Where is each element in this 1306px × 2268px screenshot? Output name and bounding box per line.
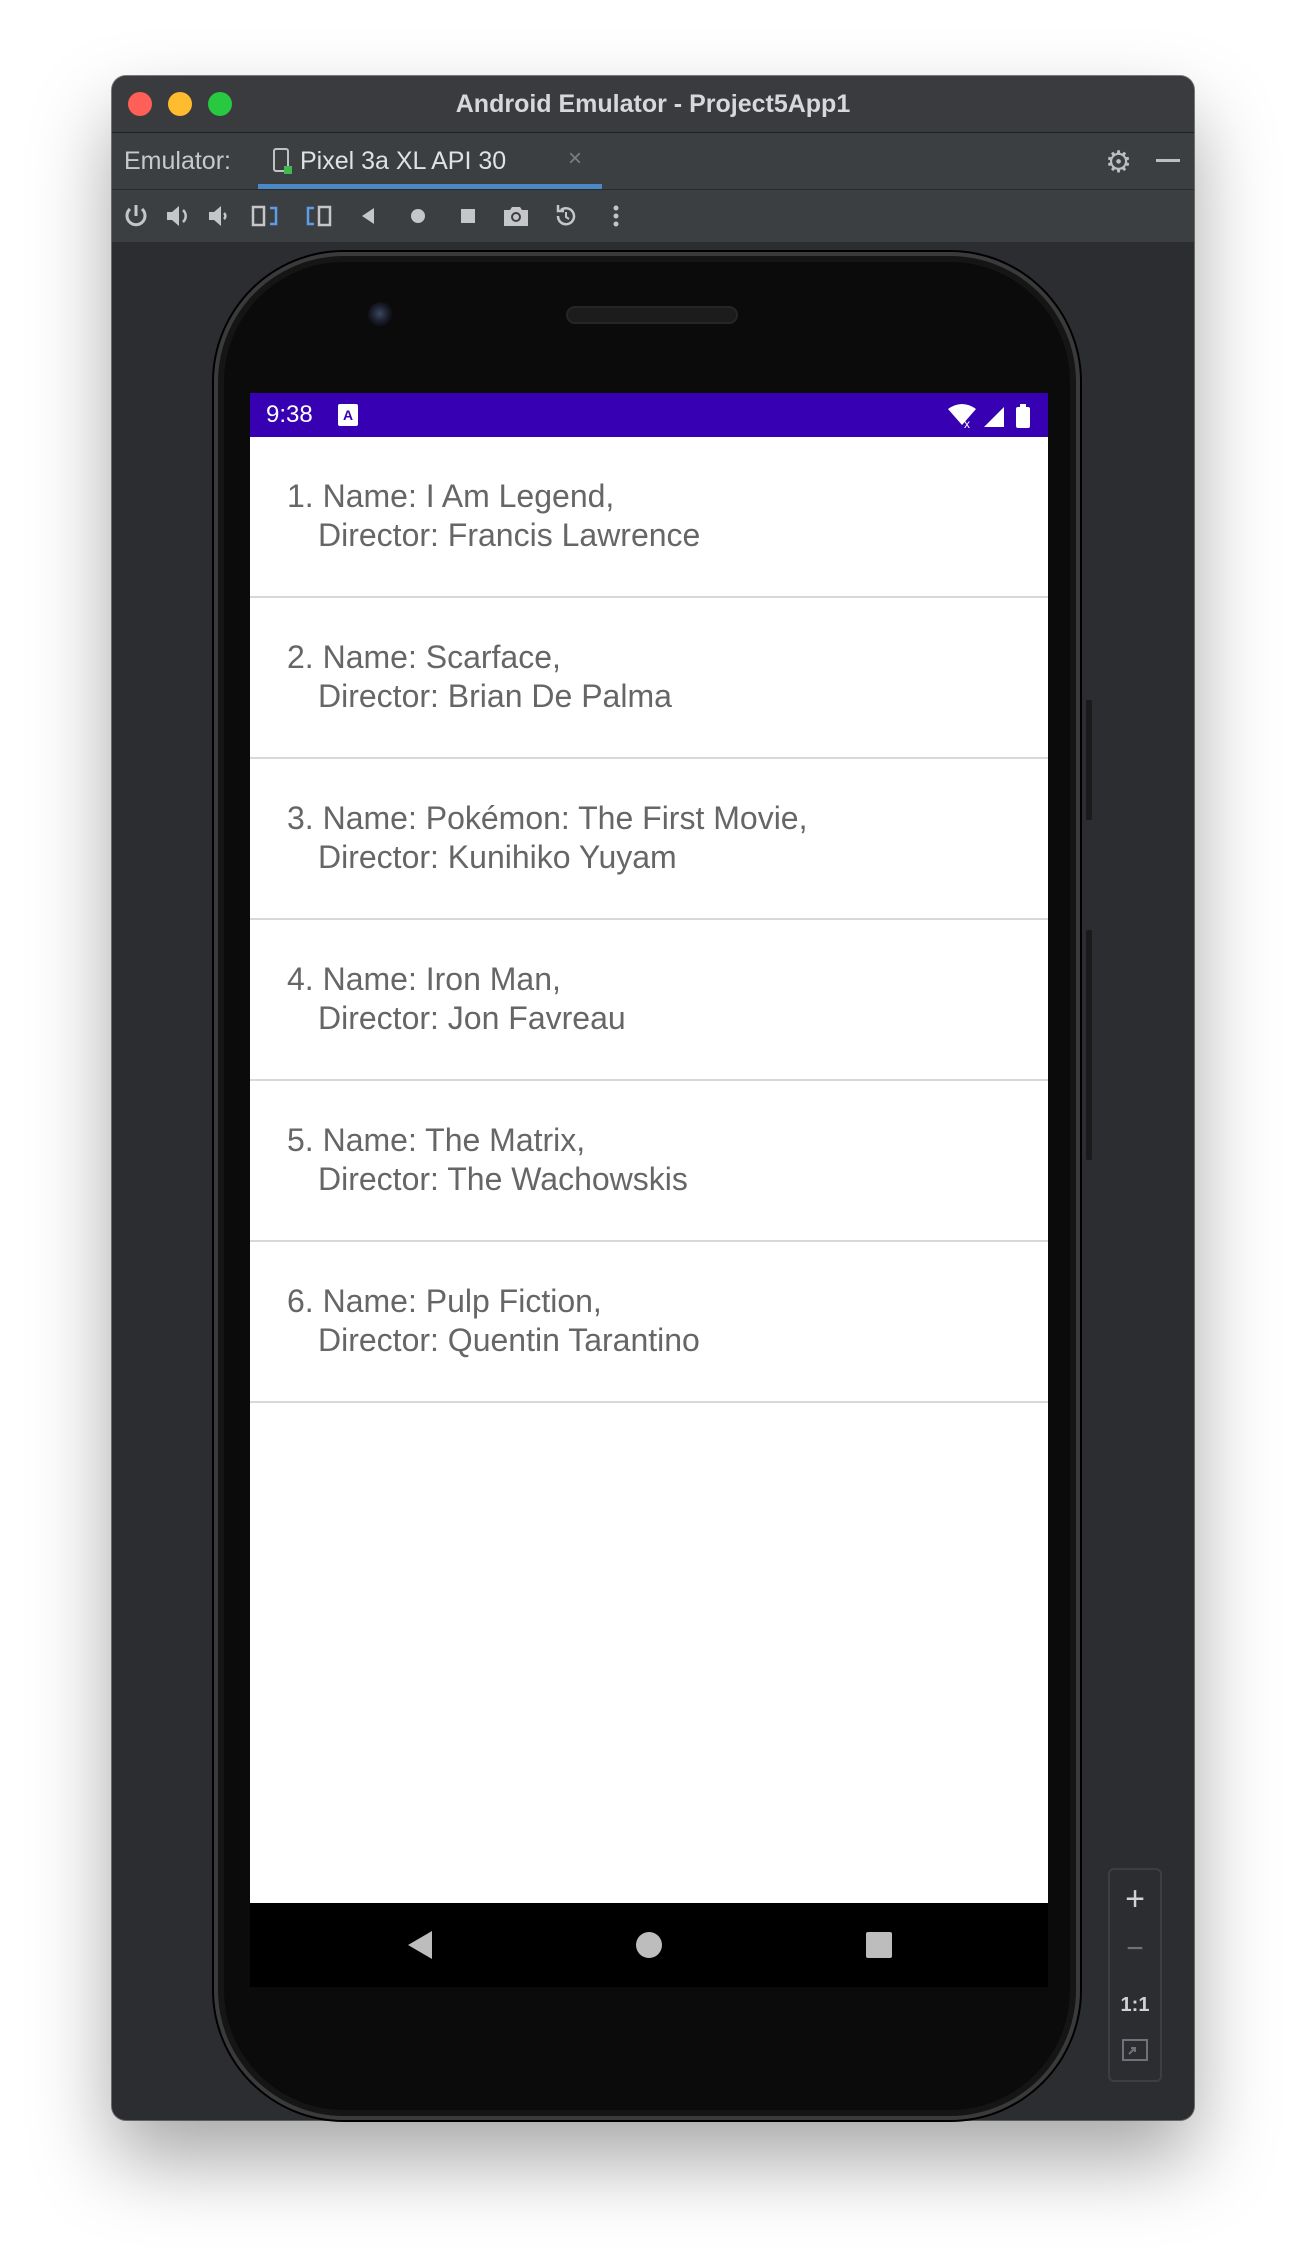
signal-icon [984, 407, 1004, 427]
list-item[interactable]: 2. Name: Scarface, Director: Brian De Pa… [250, 598, 1048, 759]
title-bar: Android Emulator - Project5App1 [112, 76, 1194, 133]
movie-name: 4. Name: Iron Man, [287, 961, 561, 997]
home-icon[interactable] [402, 200, 434, 232]
movie-director: Director: Jon Favreau [318, 1000, 626, 1036]
zoom-actual-size-button[interactable]: 1:1 [1110, 1994, 1160, 2017]
movie-name: 1. Name: I Am Legend, [287, 478, 615, 514]
reset-icon[interactable] [550, 200, 582, 232]
earpiece-speaker [566, 306, 738, 324]
camera-icon[interactable] [500, 200, 532, 232]
status-bar: 9:38 A x [250, 393, 1048, 437]
list-item[interactable]: 4. Name: Iron Man, Director: Jon Favreau [250, 920, 1048, 1081]
status-time: 9:38 [266, 401, 313, 428]
list-item[interactable]: 1. Name: I Am Legend, Director: Francis … [250, 437, 1048, 598]
movie-director: Director: Quentin Tarantino [318, 1322, 700, 1358]
movie-director: Director: Kunihiko Yuyam [318, 839, 677, 875]
volume-up-icon[interactable] [162, 200, 194, 232]
overview-icon[interactable] [452, 200, 484, 232]
fit-screen-icon[interactable] [1110, 2038, 1160, 2067]
movie-list: 1. Name: I Am Legend, Director: Francis … [250, 437, 1048, 1403]
window-title: Android Emulator - Project5App1 [455, 90, 851, 118]
movie-name: 6. Name: Pulp Fiction, [287, 1283, 602, 1319]
battery-icon [1016, 404, 1030, 428]
phone-side-button [1086, 700, 1092, 820]
minimize-panel-icon[interactable] [1156, 159, 1180, 162]
emulator-toolbar [112, 190, 1194, 242]
svg-text:x: x [964, 417, 970, 429]
tab-pixel-3a-xl[interactable]: Pixel 3a XL API 30 × [258, 133, 602, 189]
zoom-in-button[interactable]: + [1110, 1880, 1160, 1919]
movie-director: Director: Brian De Palma [318, 678, 672, 714]
emulator-label: Emulator: [124, 147, 231, 175]
device-icon [272, 148, 294, 181]
more-icon[interactable] [600, 200, 632, 232]
rotate-left-icon[interactable] [250, 200, 282, 232]
phone-side-button [1086, 930, 1092, 1160]
tab-bar: Emulator: Pixel 3a XL API 30 × ⚙ [112, 133, 1194, 190]
rotate-right-icon[interactable] [302, 200, 334, 232]
movie-director: Director: Francis Lawrence [318, 517, 701, 553]
notification-icon: A [338, 404, 358, 426]
status-icons: x [946, 401, 1036, 431]
device-screen: 9:38 A x 1. Name: I Am Legend, Director:… [250, 393, 1048, 1903]
close-tab-icon[interactable]: × [568, 145, 582, 173]
wifi-icon: x [948, 404, 976, 431]
list-item[interactable]: 5. Name: The Matrix, Director: The Wacho… [250, 1081, 1048, 1242]
movie-name: 3. Name: Pokémon: The First Movie, [287, 800, 808, 836]
list-item[interactable]: 6. Name: Pulp Fiction, Director: Quentin… [250, 1242, 1048, 1403]
settings-gear-icon[interactable]: ⚙ [1105, 145, 1132, 180]
nav-home-icon[interactable] [636, 1932, 662, 1958]
nav-back-icon[interactable] [406, 1929, 436, 1966]
front-camera [368, 302, 394, 328]
device-tab-title: Pixel 3a XL API 30 [300, 147, 507, 175]
movie-director: Director: The Wachowskis [318, 1161, 688, 1197]
power-icon[interactable] [120, 200, 152, 232]
list-item[interactable]: 3. Name: Pokémon: The First Movie, Direc… [250, 759, 1048, 920]
zoom-out-button[interactable]: − [1110, 1932, 1160, 1966]
zoom-controls: + − 1:1 [1108, 1868, 1162, 2082]
volume-down-icon[interactable] [204, 200, 236, 232]
movie-name: 2. Name: Scarface, [287, 639, 561, 675]
nav-recents-icon[interactable] [866, 1932, 892, 1958]
movie-name: 5. Name: The Matrix, [287, 1122, 586, 1158]
android-nav-bar [250, 1903, 1048, 1987]
back-icon[interactable] [352, 200, 384, 232]
